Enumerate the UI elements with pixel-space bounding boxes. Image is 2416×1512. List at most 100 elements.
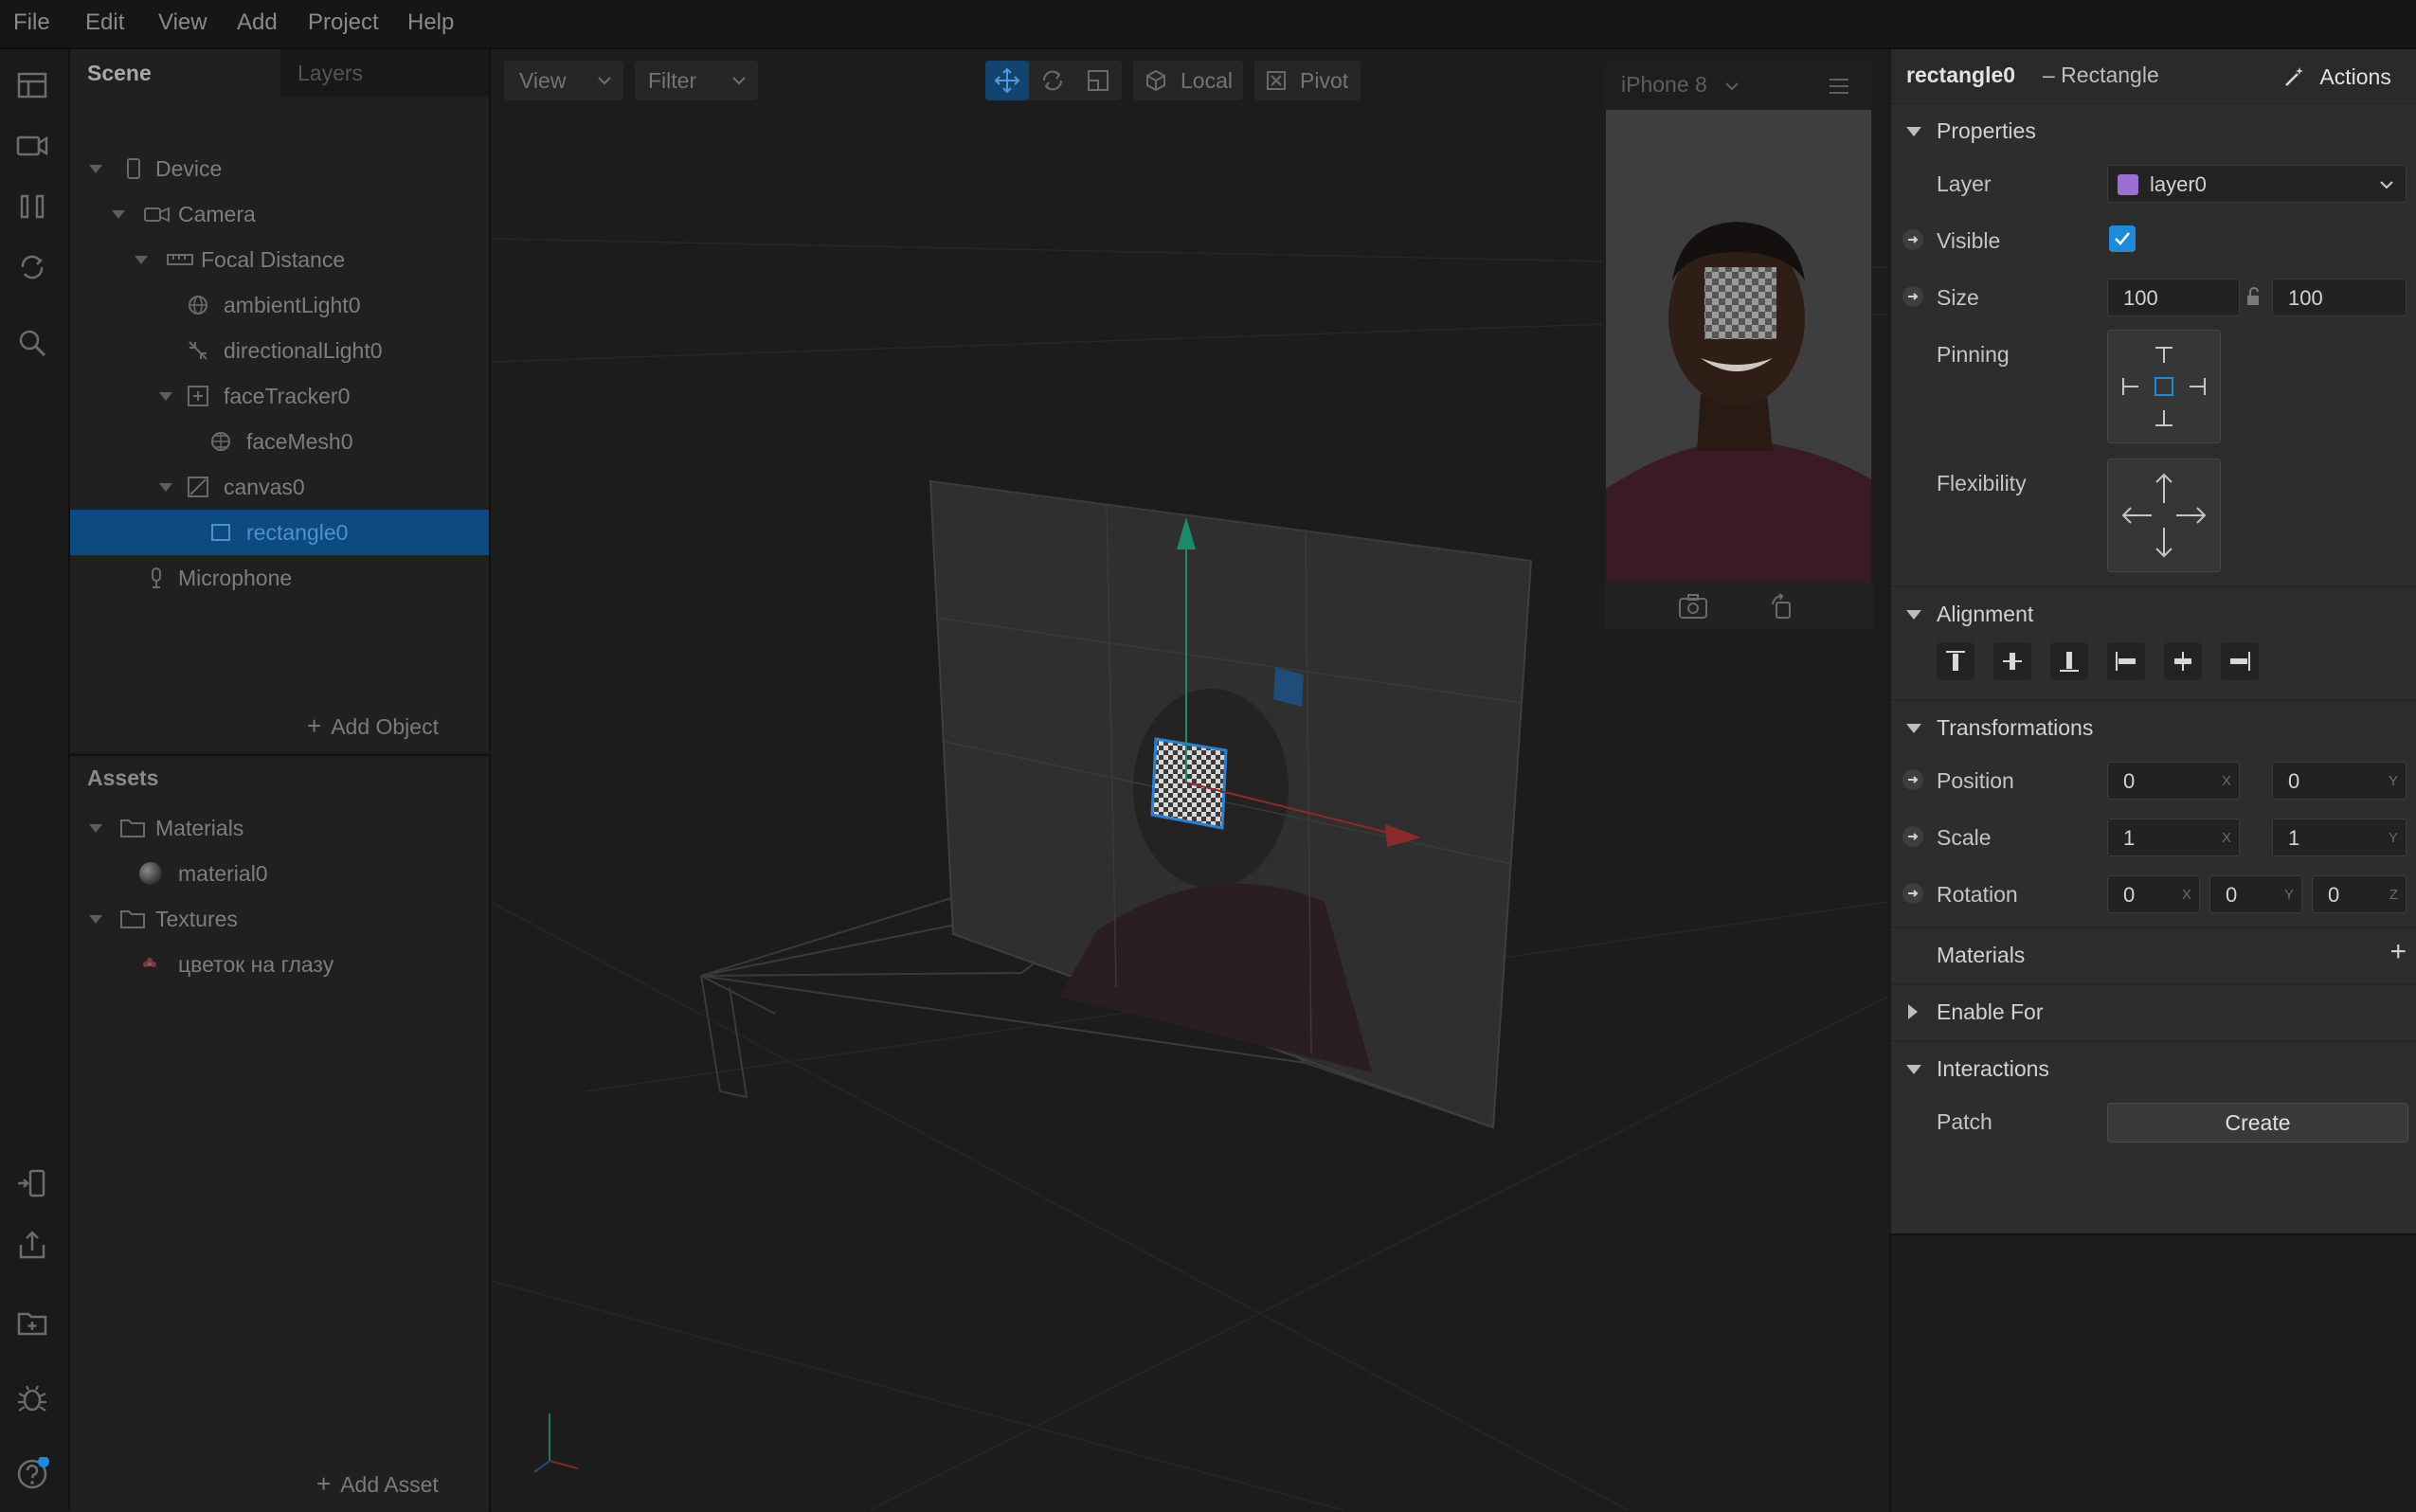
asset-folder-textures[interactable]: Textures: [70, 896, 489, 942]
align-hcenter-button[interactable]: [2164, 642, 2202, 680]
expand-arrow-icon[interactable]: [89, 824, 102, 833]
unlock-icon[interactable]: [2245, 286, 2261, 307]
actions-button[interactable]: Actions: [2283, 57, 2391, 93]
camera-icon: [144, 207, 170, 223]
tab-scene[interactable]: Scene: [70, 49, 297, 97]
visible-checkbox[interactable]: [2109, 225, 2136, 252]
pause-icon[interactable]: [15, 189, 49, 224]
scale-x-input[interactable]: 1X: [2107, 819, 2240, 856]
expand-arrow-icon[interactable]: [135, 256, 148, 264]
align-right-button[interactable]: [2221, 642, 2259, 680]
enable-for-section-header[interactable]: Enable For: [1891, 983, 2416, 1040]
menu-view[interactable]: View: [158, 9, 207, 36]
filter-dropdown[interactable]: Filter: [635, 61, 758, 100]
expand-arrow-icon[interactable]: [159, 392, 172, 401]
refresh-icon[interactable]: [15, 250, 49, 284]
add-asset-button[interactable]: + Add Asset: [316, 1465, 439, 1503]
asset-item-texture[interactable]: цветок на глазу: [70, 942, 489, 987]
tree-item-rectangle[interactable]: rectangle0: [70, 510, 489, 555]
layer-select[interactable]: layer0: [2107, 165, 2407, 203]
add-object-button[interactable]: + Add Object: [307, 707, 439, 745]
menu-project[interactable]: Project: [308, 9, 379, 36]
collapse-arrow-icon: [1906, 127, 1921, 136]
flexibility-widget[interactable]: [2107, 459, 2221, 572]
rotation-z-input[interactable]: 0Z: [2312, 875, 2407, 913]
view-dropdown[interactable]: View: [504, 61, 623, 100]
pinning-widget[interactable]: [2107, 330, 2221, 443]
tree-item-face-mesh[interactable]: faceMesh0: [70, 419, 489, 464]
axis-y-label: Y: [2283, 887, 2294, 903]
size-height-input[interactable]: 100: [2272, 279, 2407, 316]
send-to-device-icon[interactable]: [15, 1167, 49, 1201]
add-asset-label: Add Asset: [340, 1472, 439, 1497]
align-top-button[interactable]: [1937, 642, 1974, 680]
interactions-section-header[interactable]: Interactions: [1891, 1040, 2416, 1097]
menu-icon[interactable]: [1828, 77, 1850, 96]
asset-item-material[interactable]: material0: [70, 851, 489, 896]
switch-camera-icon[interactable]: [1678, 593, 1708, 620]
add-folder-icon[interactable]: [15, 1305, 49, 1340]
rotation-x-input[interactable]: 0X: [2107, 875, 2200, 913]
asset-folder-label: Textures: [155, 907, 238, 931]
animate-arrow-icon[interactable]: [1902, 883, 1923, 904]
scale-tool-button[interactable]: [1076, 61, 1120, 100]
microphone-icon: [152, 567, 161, 588]
properties-section-header[interactable]: Properties: [1891, 102, 2416, 159]
tab-layers[interactable]: Layers: [280, 49, 489, 97]
preview-footer: [1604, 582, 1873, 629]
menu-edit[interactable]: Edit: [85, 9, 124, 36]
asset-folder-materials[interactable]: Materials: [70, 805, 489, 851]
tree-item-device[interactable]: Device: [70, 146, 489, 191]
animate-arrow-icon[interactable]: [1902, 286, 1923, 307]
animate-arrow-icon[interactable]: [1902, 229, 1923, 250]
tree-item-label: Focal Distance: [201, 247, 346, 272]
local-label: Local: [1181, 68, 1233, 93]
video-icon[interactable]: [15, 129, 49, 163]
search-icon[interactable]: [15, 326, 49, 360]
size-width-input[interactable]: 100: [2107, 279, 2240, 316]
create-patch-button[interactable]: Create: [2107, 1103, 2408, 1143]
move-tool-button[interactable]: [985, 61, 1029, 100]
pivot-toggle[interactable]: Pivot: [1254, 61, 1361, 100]
scale-y-input[interactable]: 1Y: [2272, 819, 2407, 856]
tree-item-canvas[interactable]: canvas0: [70, 464, 489, 510]
position-y-input[interactable]: 0Y: [2272, 762, 2407, 800]
rotation-y-input[interactable]: 0Y: [2209, 875, 2302, 913]
menu-help[interactable]: Help: [407, 9, 454, 36]
rotate-device-icon[interactable]: [1769, 593, 1795, 620]
tree-item-face-tracker[interactable]: faceTracker0: [70, 373, 489, 419]
add-material-plus-icon[interactable]: +: [2389, 936, 2407, 968]
align-bottom-button[interactable]: [2050, 642, 2088, 680]
help-icon[interactable]: [15, 1457, 49, 1491]
rotate-tool-button[interactable]: [1031, 61, 1074, 100]
animate-arrow-icon[interactable]: [1902, 826, 1923, 847]
position-y-value: 0: [2288, 769, 2300, 793]
device-selector[interactable]: iPhone 8: [1621, 72, 1740, 98]
menu-file[interactable]: File: [13, 9, 50, 36]
tree-item-label: faceTracker0: [224, 384, 351, 408]
alignment-section-header[interactable]: Alignment: [1891, 585, 2416, 642]
tree-item-microphone[interactable]: Microphone: [70, 555, 489, 601]
transformations-section-header[interactable]: Transformations: [1891, 699, 2416, 756]
expand-arrow-icon[interactable]: [89, 165, 102, 173]
expand-arrow-icon[interactable]: [159, 483, 172, 492]
rotate-icon: [1042, 70, 1063, 91]
menu-bar: File Edit View Add Project Help: [0, 0, 2416, 49]
export-icon[interactable]: [15, 1228, 49, 1262]
align-left-button[interactable]: [2107, 642, 2145, 680]
directional-light-icon: [189, 341, 207, 360]
object-type: – Rectangle: [2043, 63, 2159, 87]
position-x-input[interactable]: 0X: [2107, 762, 2240, 800]
expand-arrow-icon[interactable]: [89, 915, 102, 924]
align-vcenter-button[interactable]: [1993, 642, 2031, 680]
local-toggle[interactable]: Local: [1133, 61, 1243, 100]
animate-arrow-icon[interactable]: [1902, 769, 1923, 790]
tree-item-directional-light[interactable]: directionalLight0: [70, 328, 489, 373]
menu-add[interactable]: Add: [237, 9, 278, 36]
expand-arrow-icon[interactable]: [112, 210, 125, 219]
bug-icon[interactable]: [15, 1381, 49, 1415]
tree-item-ambient-light[interactable]: ambientLight0: [70, 282, 489, 328]
tree-item-camera[interactable]: Camera: [70, 191, 489, 237]
layout-icon[interactable]: [15, 68, 49, 102]
tree-item-focal-distance[interactable]: Focal Distance: [70, 237, 489, 282]
